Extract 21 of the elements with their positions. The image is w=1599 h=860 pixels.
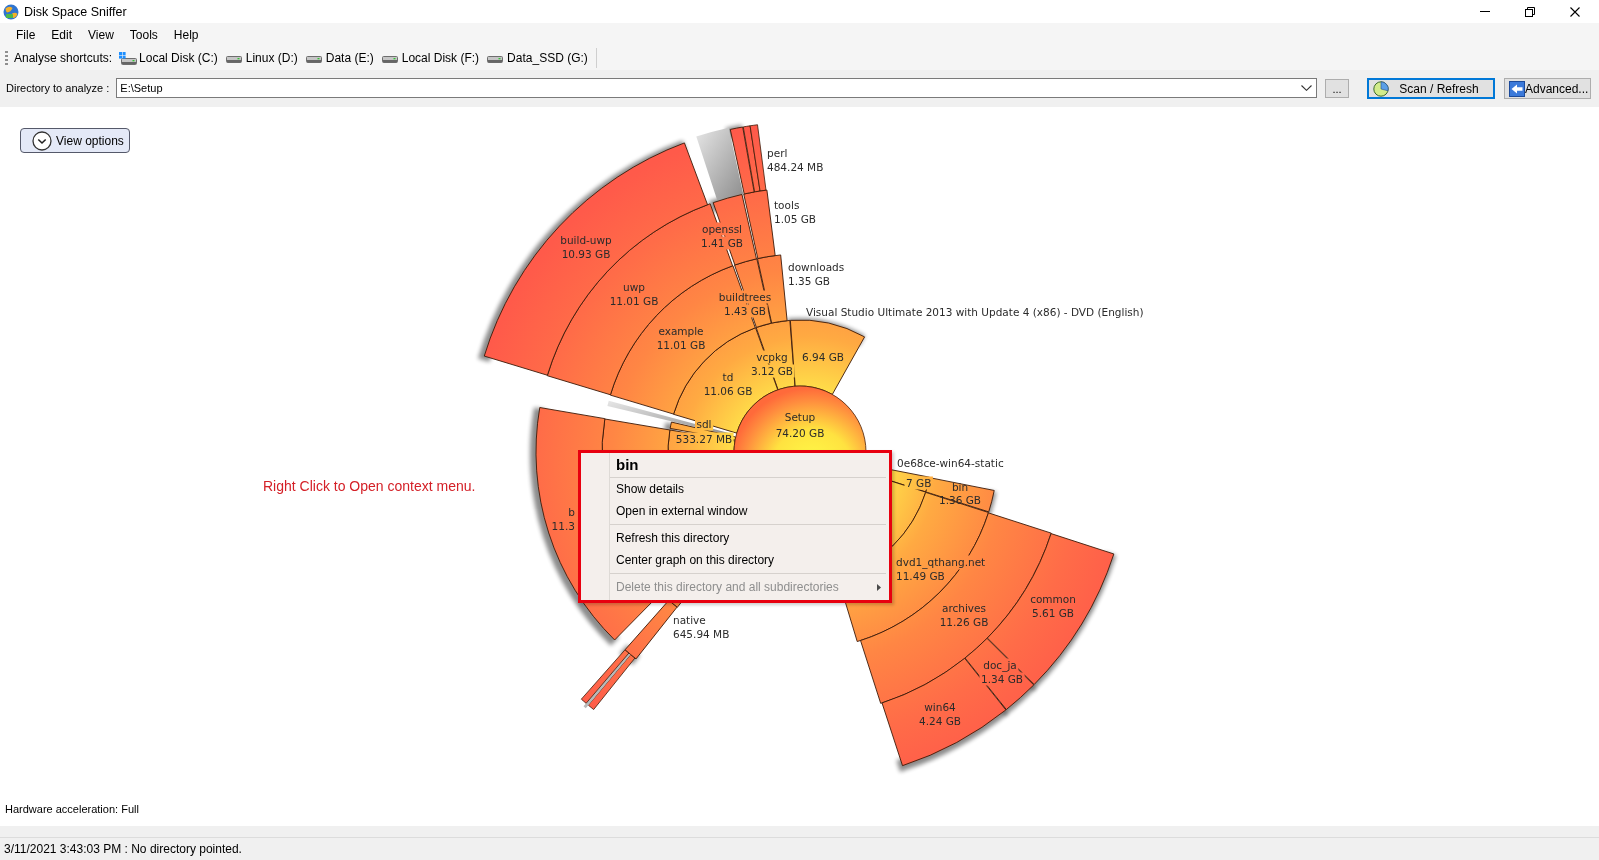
folder-name-label: 0e68ce-win64-static xyxy=(897,457,1004,469)
folder-size-label: 645.94 MB xyxy=(673,628,730,640)
hardware-acceleration-text: Hardware acceleration: Full xyxy=(5,803,139,815)
shortcuts-label: Analyse shortcuts: xyxy=(14,51,113,65)
folder-name-label: tools xyxy=(774,199,800,211)
folder-name-label: downloads xyxy=(788,261,845,273)
folder-name-label: bin xyxy=(951,481,969,493)
folder-size-label: 484.24 MB xyxy=(767,161,824,173)
folder-name-label: Visual Studio Ultimate 2013 with Update 4 (x86) - DVD (English) xyxy=(806,306,1144,318)
folder-name-label: native xyxy=(673,614,706,626)
status-text: 3/11/2021 3:43:03 PM : No directory pointed. xyxy=(4,842,242,856)
menu-title: bin xyxy=(615,455,640,475)
window-title: Disk Space Sniffer xyxy=(24,4,127,19)
folder-size-label: 74.20 GB xyxy=(775,427,825,439)
folder-name-label: perl xyxy=(767,147,788,159)
annotation-text: Right Click to Open context menu. xyxy=(263,478,476,494)
directory-label: Directory to analyze : xyxy=(6,81,110,96)
folder-name-label: Setup xyxy=(784,411,816,423)
folder-size-label: 1.35 GB xyxy=(788,275,831,287)
folder-name-label: b xyxy=(566,505,577,519)
folder-size-label: 1.05 GB xyxy=(774,213,817,225)
